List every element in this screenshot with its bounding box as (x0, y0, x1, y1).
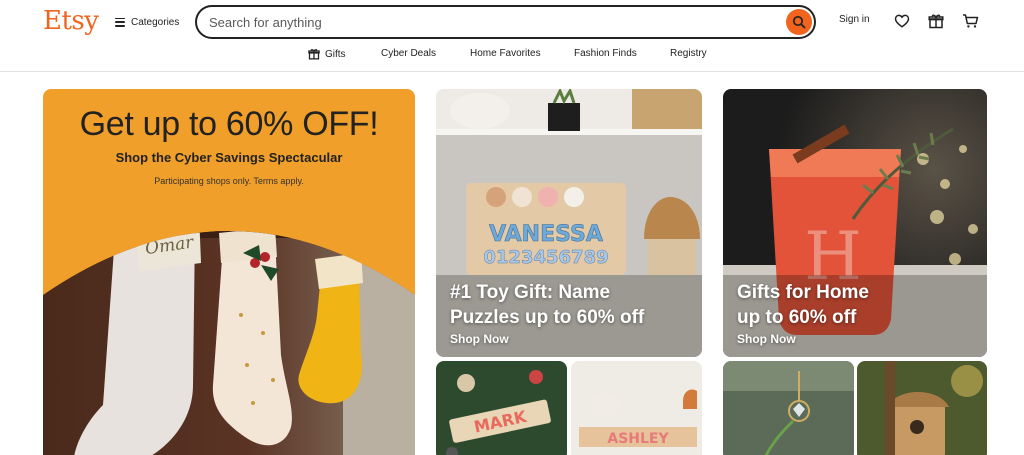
puzzle-name: VANESSA (489, 222, 603, 247)
categories-label: Categories (131, 16, 180, 28)
suncatcher-image (723, 361, 854, 455)
stockings-image: Omar (43, 231, 415, 455)
nav-item-label: Registry (670, 48, 707, 59)
toy-card-caption: #1 Toy Gift: Name Puzzles up to 60% off … (450, 280, 644, 346)
nav-item-label: Home Favorites (470, 48, 541, 59)
menu-icon (115, 17, 125, 27)
home-card-title-line2: up to 60% off (737, 307, 857, 328)
etsy-logo[interactable]: Etsy (43, 6, 99, 36)
promo-subtitle: Shop the Cyber Savings Spectacular (115, 150, 343, 165)
search-input[interactable] (209, 12, 769, 32)
small-card-ornament[interactable]: MARK (436, 361, 567, 455)
search-button[interactable] (786, 9, 812, 35)
category-nav: Gifts Cyber Deals Home Favorites Fashion… (0, 46, 1024, 64)
categories-button[interactable]: Categories (115, 14, 179, 30)
nav-item-cyber-deals[interactable]: Cyber Deals (381, 48, 436, 59)
nav-item-label: Gifts (325, 48, 346, 60)
toy-card-shop-now[interactable]: Shop Now (450, 332, 644, 346)
nav-item-label: Cyber Deals (381, 48, 437, 59)
toy-gift-card[interactable]: VANESSA 0123456789 #1 Toy Gift: Name Puz… (436, 89, 702, 357)
nav-item-gifts[interactable]: Gifts (308, 48, 346, 60)
home-gift-card[interactable]: H Gifts for Home up to 60% off Shop Now (723, 89, 987, 357)
site-header: Etsy Categories Sign in (0, 0, 1024, 72)
heart-icon (894, 14, 910, 28)
small-card-suncatcher[interactable] (723, 361, 854, 455)
toy-card-title-line1: #1 Toy Gift: Name (450, 282, 611, 303)
gift-icon (308, 49, 320, 60)
home-card-title-line1: Gifts for Home (737, 282, 869, 303)
puzzle-digits: 0123456789 (483, 247, 608, 268)
promo-card[interactable]: Get up to 60% OFF! Shop the Cyber Saving… (43, 89, 415, 455)
search-icon (792, 15, 806, 29)
promo-title: Get up to 60% OFF! (79, 105, 379, 143)
cart-button[interactable] (961, 12, 979, 30)
gift-icon (928, 14, 944, 29)
nav-item-home-favorites[interactable]: Home Favorites (470, 48, 541, 59)
nav-item-registry[interactable]: Registry (670, 48, 707, 59)
name-train-image: MARK (436, 361, 567, 455)
name-puzzle-small-image: ASHLEY (571, 361, 702, 455)
toy-card-title-line2: Puzzles up to 60% off (450, 307, 645, 328)
small-card-name-puzzle[interactable]: ASHLEY (571, 361, 702, 455)
small-card-birdhouse[interactable] (857, 361, 987, 455)
cart-icon (962, 14, 978, 28)
favorites-button[interactable] (893, 12, 911, 30)
home-card-caption: Gifts for Home up to 60% off Shop Now (737, 280, 869, 346)
search-bar (195, 5, 816, 39)
birdhouse-image (857, 361, 987, 455)
promo-terms-note: Participating shops only. Terms apply. (154, 176, 304, 186)
puzzle-small-name: ASHLEY (607, 431, 669, 447)
sign-in-link[interactable]: Sign in (839, 14, 870, 25)
nav-item-fashion-finds[interactable]: Fashion Finds (574, 48, 637, 59)
home-card-shop-now[interactable]: Shop Now (737, 332, 869, 346)
gifts-button[interactable] (927, 12, 945, 30)
nav-item-label: Fashion Finds (574, 48, 637, 59)
